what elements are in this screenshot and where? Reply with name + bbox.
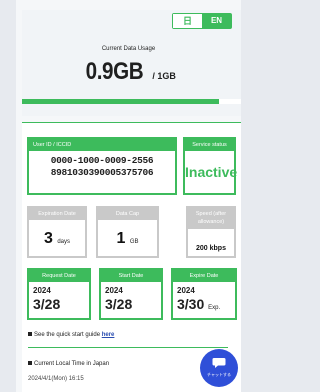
data-cap-box: Data Cap 1 GB bbox=[96, 206, 159, 258]
data-cap-value: 1 bbox=[116, 230, 126, 247]
expire-suffix: Exp. bbox=[208, 305, 221, 311]
local-time-label: Current Local Time in Japan bbox=[34, 361, 110, 367]
square-bullet-icon bbox=[28, 332, 32, 337]
quick-start-text: See the quick start guide bbox=[34, 332, 102, 338]
square-bullet-icon bbox=[28, 361, 32, 366]
data-cap-unit: GB bbox=[129, 239, 139, 245]
start-date-label: Start Date bbox=[101, 270, 161, 282]
user-id: 0000-1000-0009-2556 bbox=[50, 155, 154, 166]
start-md: 3/28 bbox=[105, 296, 133, 312]
chat-button[interactable]: チャットする bbox=[200, 349, 238, 387]
usage-amount: 0.9GB bbox=[85, 58, 144, 85]
lang-option-en[interactable]: EN bbox=[202, 14, 231, 28]
service-status-box: Service status Inactive bbox=[183, 137, 238, 195]
start-year: 2024 bbox=[105, 286, 123, 295]
divider bbox=[28, 347, 228, 348]
expiration-value: 3 bbox=[43, 230, 53, 247]
request-date-box: Request Date 2024 3/28 bbox=[27, 268, 91, 320]
usage-progress-fill bbox=[22, 99, 220, 104]
expiration-label: Expiration Date bbox=[29, 208, 85, 220]
iccid-box: User ID / ICCID 0000-1000-0009-2556 8981… bbox=[27, 137, 177, 195]
speed-box: Speed (after allowance) 200 kbps bbox=[186, 206, 236, 258]
local-time-value: 2024/4/1(Mon) 16:15 bbox=[28, 376, 84, 382]
data-cap-label: Data Cap bbox=[98, 208, 157, 220]
chat-bubble-icon bbox=[212, 358, 226, 368]
iccid-label: User ID / ICCID bbox=[29, 139, 175, 151]
expire-date-box: Expire Date 2024 3/30 Exp. bbox=[171, 268, 237, 320]
expiration-unit: days bbox=[57, 239, 71, 245]
service-status-value: Inactive bbox=[185, 164, 238, 180]
lang-option-ja[interactable]: 日 bbox=[173, 14, 202, 28]
request-year: 2024 bbox=[33, 286, 51, 295]
expire-year: 2024 bbox=[177, 286, 195, 295]
iccid: 8981030390005375706 bbox=[50, 167, 154, 178]
usage-label: Current Data Usage bbox=[101, 46, 156, 52]
usage-progress-bar bbox=[22, 99, 241, 104]
usage-cap: / 1GB bbox=[152, 71, 176, 81]
speed-value: 200 kbps bbox=[196, 245, 226, 252]
language-toggle[interactable]: 日 EN bbox=[172, 13, 232, 29]
expire-date-label: Expire Date bbox=[173, 270, 235, 282]
speed-label: Speed (after allowance) bbox=[188, 208, 234, 229]
request-md: 3/28 bbox=[33, 296, 61, 312]
chat-label: チャットする bbox=[207, 372, 231, 377]
usage-value-row: 0.9GB / 1GB bbox=[16, 58, 241, 86]
page: 日 EN Current Data Usage 0.9GB / 1GB User… bbox=[16, 0, 241, 392]
service-status-label: Service status bbox=[185, 139, 234, 151]
quick-start-row: See the quick start guide here bbox=[28, 332, 114, 338]
expiration-box: Expiration Date 3 days bbox=[27, 206, 87, 258]
local-time-heading: Current Local Time in Japan bbox=[28, 361, 109, 367]
expire-md: 3/30 bbox=[177, 296, 205, 312]
request-date-label: Request Date bbox=[29, 270, 89, 282]
quick-start-link[interactable]: here bbox=[102, 332, 115, 338]
start-date-box: Start Date 2024 3/28 bbox=[99, 268, 163, 320]
